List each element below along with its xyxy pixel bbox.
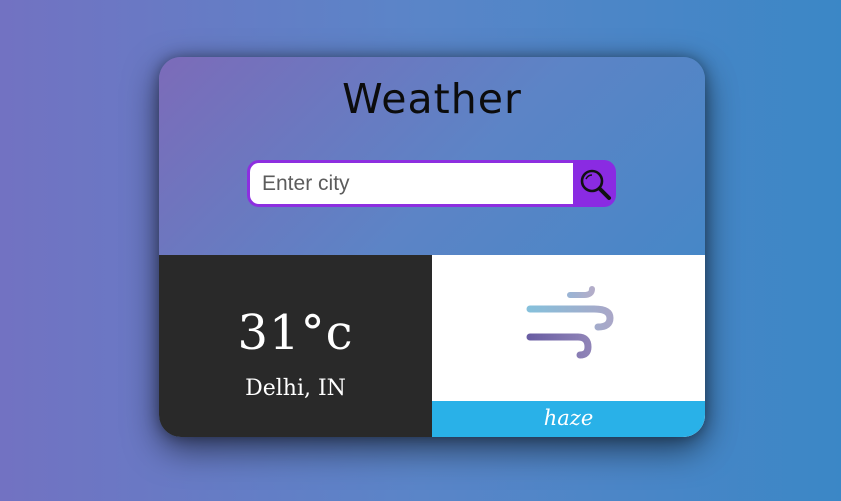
app-title: Weather [342,75,522,123]
wind-haze-icon [522,285,622,365]
city-search-input[interactable] [247,160,573,207]
temperature-value: 31°c [237,305,354,361]
search-button[interactable] [573,160,616,207]
location-label: Delhi, IN [245,376,346,401]
condition-panel: haze [432,255,705,437]
weather-result: 31°c Delhi, IN haze [159,255,705,437]
condition-label: haze [432,401,705,437]
magnifier-icon [580,169,611,200]
search-bar [247,160,616,207]
temperature-panel: 31°c Delhi, IN [159,255,432,437]
weather-card: Weather 31°c Delhi, IN [159,57,705,437]
